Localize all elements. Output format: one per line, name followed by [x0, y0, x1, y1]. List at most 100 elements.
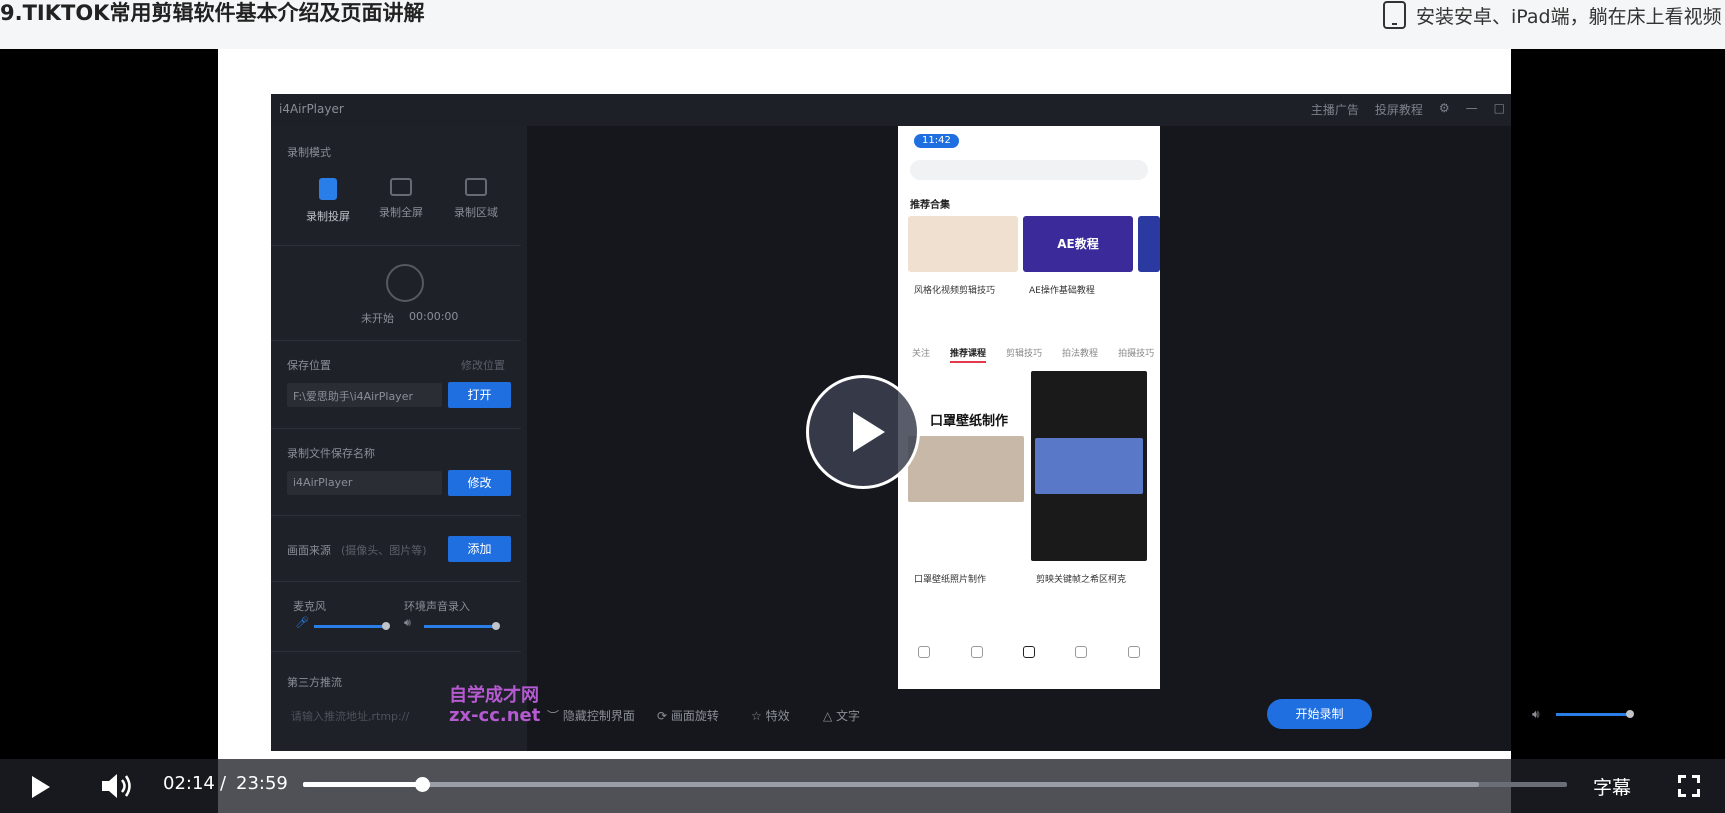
nav-icon — [970, 646, 983, 658]
video-heading: 口罩壁纸制作 — [930, 414, 1009, 429]
phone-search — [910, 160, 1148, 180]
watermark: 自学成才网 zx-cc.net — [449, 686, 540, 726]
phone-tabs: 关注 推荐课程 剪辑技巧 拍法教程 拍摄技巧 — [912, 346, 1154, 363]
phone-tab: 剪辑技巧 — [1006, 349, 1043, 359]
file-name-section: 录制文件保存名称 i4AirPlayer 修改 — [271, 429, 521, 516]
text-tool: △ 文字 — [823, 709, 861, 723]
progress-bar[interactable] — [303, 777, 1567, 792]
video-title: 剪映关键帧之希区柯克 — [1036, 575, 1127, 585]
source-hint: (摄像头、图片等) — [341, 544, 427, 557]
install-app-link[interactable]: 安装安卓、iPad端，躺在床上看视频 — [1383, 0, 1722, 30]
app-titlebar: i4AirPlayer 主播广告 投屏教程 ⚙ — □ — [271, 94, 1511, 126]
mode-label: 录制区域 — [454, 206, 498, 219]
tool-label: 隐藏控制界面 — [562, 709, 635, 723]
nav-icon — [1127, 646, 1140, 658]
phone-section-title: 推荐合集 — [910, 200, 950, 211]
phone-tab: 拍摄技巧 — [1118, 349, 1155, 359]
page-title: 9.TIKTOK常用剪辑软件基本介绍及页面讲解 — [0, 1, 425, 25]
recorder-sidebar: 录制模式 录制投屏 录制全屏 录制区域 未开始 00:00:00 保存位置 修改… — [271, 126, 527, 751]
gear-icon: ⚙ — [1438, 101, 1450, 115]
played-bar — [303, 782, 422, 787]
mode-record-cast: 录制投屏 — [298, 178, 358, 224]
video-scene — [1035, 438, 1143, 494]
phone-icon — [319, 178, 337, 200]
phone-time: 11:42 — [914, 134, 959, 148]
record-status-section: 未开始 00:00:00 — [271, 246, 521, 341]
modify-button: 修改 — [448, 470, 511, 496]
card-thumbnail — [908, 216, 1018, 272]
video-thumbnail — [908, 436, 1024, 502]
record-circle-icon — [386, 264, 424, 302]
phone-mirror: 11:42 推荐合集 AE教程 风格化视频剪辑技巧 AE操作基础教程 关注 推荐… — [898, 126, 1160, 689]
card-title: AE操作基础教程 — [1029, 286, 1095, 296]
rotate-tool: ⟳ 画面旋转 — [657, 709, 719, 723]
mode-record-fullscreen: 录制全屏 — [371, 178, 431, 220]
nav-icon — [918, 646, 931, 658]
save-location-label: 保存位置 — [287, 359, 331, 372]
volume-slider — [1556, 710, 1634, 718]
recorder-toolbar: ︶ 隐藏控制界面 ⟳ 画面旋转 ☆ 特效 △ 文字 开始录制 🔊︎ — [527, 686, 1634, 736]
slider-knob — [492, 622, 500, 630]
stream-placeholder: 请输入推流地址,rtmp:// — [291, 710, 410, 723]
progress-thumb[interactable] — [414, 777, 430, 792]
mode-label: 录制全屏 — [379, 206, 423, 219]
record-status: 未开始 — [361, 312, 394, 325]
slider-knob — [1626, 710, 1634, 718]
record-timer: 00:00:00 — [409, 310, 459, 323]
file-name-field: i4AirPlayer — [287, 471, 442, 495]
time-separator: / — [220, 773, 227, 794]
microphone-icon: 🎤︎ — [295, 616, 309, 629]
top-bar: 9.TIKTOK常用剪辑软件基本介绍及页面讲解 安装安卓、iPad端，躺在床上看… — [0, 0, 1725, 49]
ambient-slider — [424, 622, 500, 630]
titlebar-item: 主播广告 — [1310, 103, 1359, 117]
start-record-button: 开始录制 — [1267, 699, 1372, 729]
card-title: 风格化视频剪辑技巧 — [914, 286, 996, 296]
slider-knob — [382, 622, 390, 630]
watermark-line: zx-cc.net — [449, 705, 541, 726]
play-icon[interactable] — [32, 776, 50, 798]
big-play-button[interactable] — [806, 375, 920, 489]
phone-tab-active: 推荐课程 — [950, 346, 987, 363]
source-label: 画面来源 — [287, 544, 331, 557]
subtitles-button[interactable]: 字幕 — [1593, 773, 1631, 800]
player-controls: 02:14 / 23:59 字幕 — [0, 759, 1725, 813]
card-thumbnail — [1138, 216, 1160, 272]
hide-controls-tool: ︶ 隐藏控制界面 — [547, 709, 635, 723]
ambient-label: 环境声音录入 — [404, 600, 470, 613]
source-section: 画面来源 (摄像头、图片等) 添加 — [271, 516, 521, 582]
maximize-icon: □ — [1493, 101, 1505, 115]
current-time: 02:14 — [163, 773, 215, 794]
watermark-line: 自学成才网 — [449, 685, 539, 706]
card-thumbnail-ae: AE教程 — [1023, 216, 1133, 272]
file-name-label: 录制文件保存名称 — [287, 447, 375, 460]
save-location-section: 保存位置 修改位置 F:\爱思助手\i4AirPlayer 打开 — [271, 341, 521, 429]
volume-icon[interactable] — [100, 771, 134, 801]
fullscreen-icon[interactable] — [1678, 775, 1700, 797]
phone-tab: 关注 — [912, 349, 931, 359]
phone-bottom-nav — [898, 632, 1160, 672]
record-mode-label: 录制模式 — [287, 146, 331, 159]
tool-label: 文字 — [836, 709, 861, 723]
tool-label: 特效 — [765, 709, 790, 723]
record-mode-section: 录制模式 录制投屏 录制全屏 录制区域 — [271, 126, 521, 246]
effects-tool: ☆ 特效 — [751, 709, 790, 723]
buffered-bar — [303, 782, 1479, 787]
open-button: 打开 — [448, 382, 511, 408]
nav-icon-active — [1022, 646, 1035, 658]
titlebar-actions: 主播广告 投屏教程 ⚙ — □ — [1311, 101, 1505, 118]
minimize-icon: — — [1465, 101, 1478, 115]
save-path-field: F:\爱思助手\i4AirPlayer — [287, 383, 442, 407]
audio-section: 麦克风 环境声音录入 🎤︎ 🔊︎ — [271, 582, 521, 652]
tool-label: 画面旋转 — [670, 709, 719, 723]
mic-label: 麦克风 — [293, 600, 326, 613]
monitor-icon — [390, 178, 412, 196]
tablet-icon — [1383, 1, 1406, 29]
mode-record-area: 录制区域 — [446, 178, 506, 220]
speaker-icon: 🔊︎ — [404, 616, 411, 629]
stream-label: 第三方推流 — [287, 676, 342, 689]
change-location-link: 修改位置 — [461, 359, 505, 372]
add-button: 添加 — [448, 536, 511, 562]
duration: 23:59 — [236, 773, 288, 794]
app-name: i4AirPlayer — [279, 102, 344, 116]
video-player[interactable]: i4AirPlayer 主播广告 投屏教程 ⚙ — □ 录制模式 录制投屏 录制… — [0, 49, 1725, 813]
